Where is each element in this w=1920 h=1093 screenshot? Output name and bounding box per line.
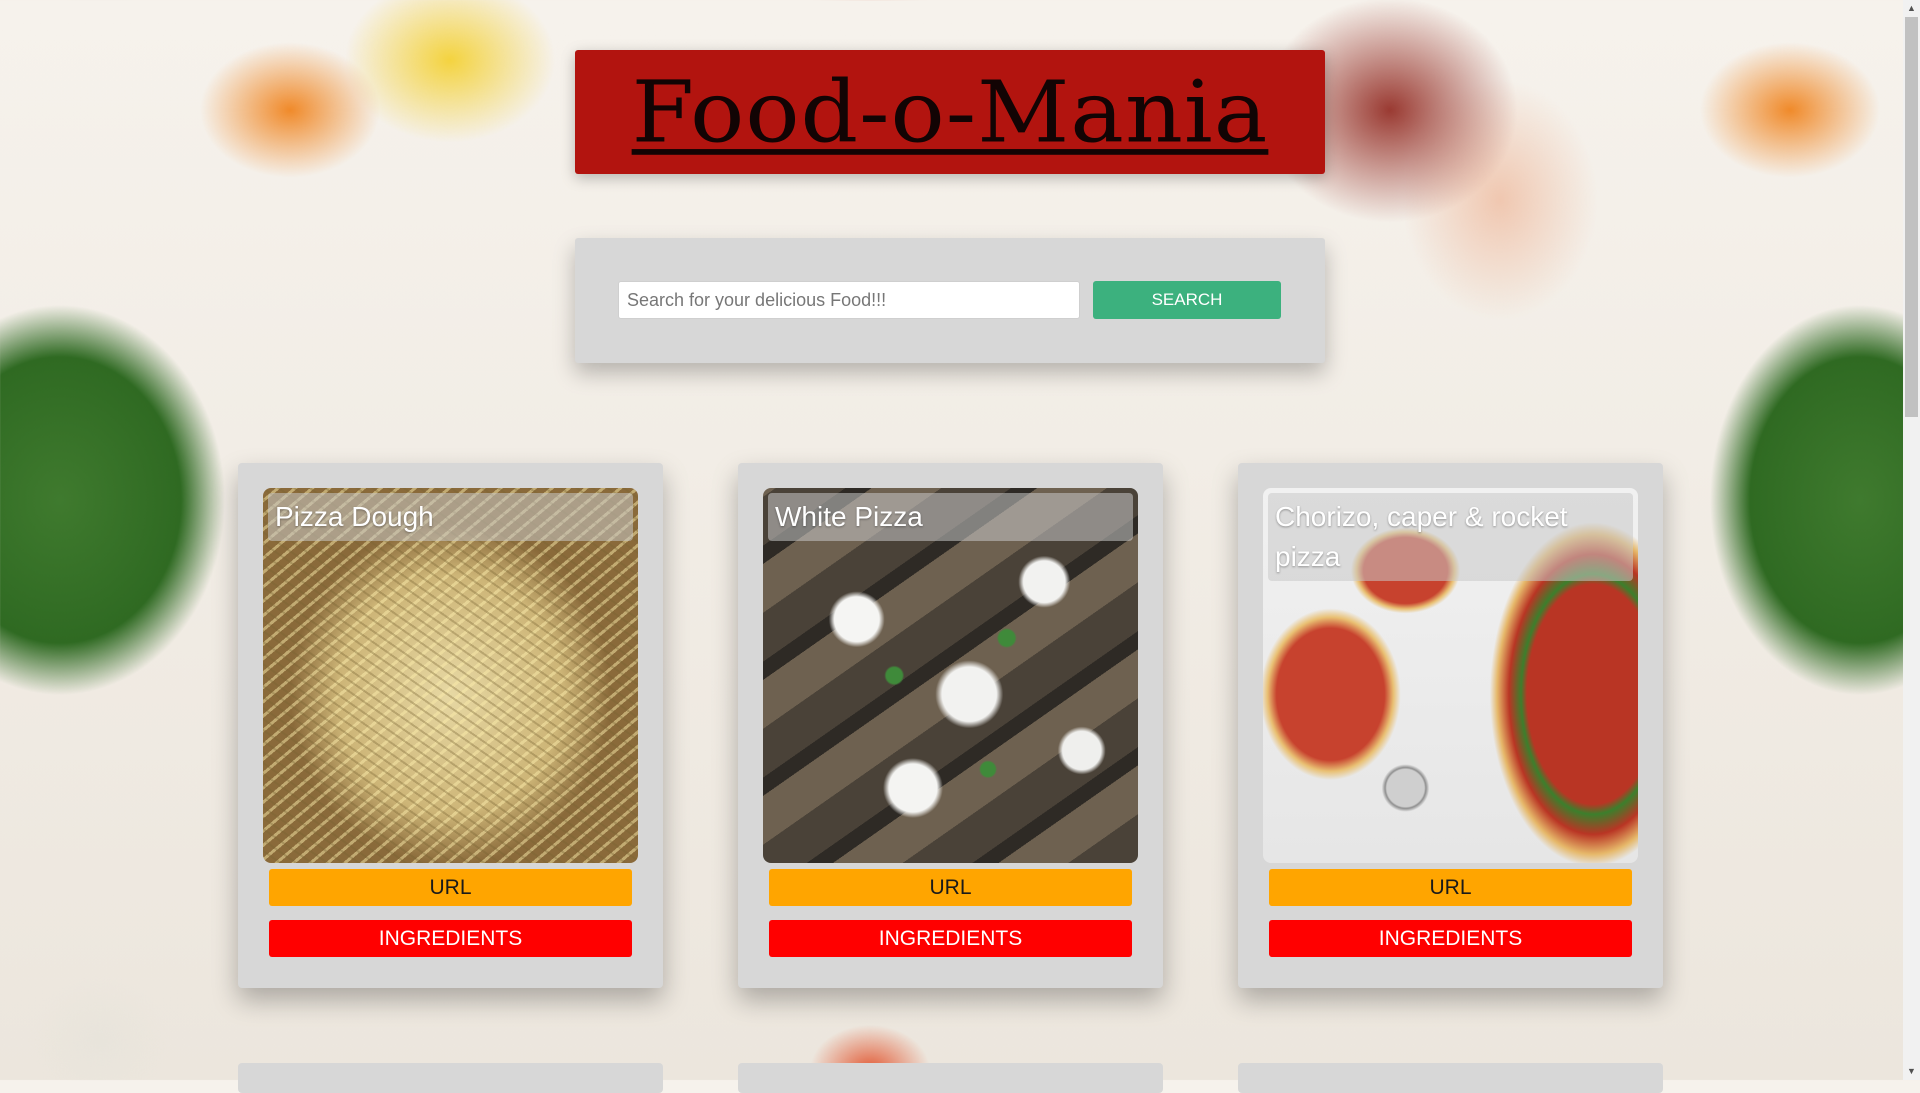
recipe-image[interactable]: White Pizza bbox=[763, 488, 1138, 863]
url-button[interactable]: URL bbox=[769, 869, 1132, 906]
recipe-title: Chorizo, caper & rocket pizza bbox=[1268, 493, 1633, 581]
page-scrollbar[interactable]: ▲ ▼ bbox=[1903, 0, 1920, 1080]
search-button[interactable]: SEARCH bbox=[1093, 281, 1281, 319]
recipe-card: Pizza Dough URL INGREDIENTS bbox=[238, 463, 663, 988]
site-logo: Food-o-Mania bbox=[631, 62, 1269, 162]
scroll-down-icon[interactable]: ▼ bbox=[1903, 1063, 1920, 1080]
recipe-card: Chorizo, caper & rocket pizza URL INGRED… bbox=[1238, 463, 1663, 988]
recipe-image[interactable]: Pizza Dough bbox=[263, 488, 638, 863]
search-panel: SEARCH bbox=[575, 238, 1325, 363]
url-button[interactable]: URL bbox=[1269, 869, 1632, 906]
scroll-up-icon[interactable]: ▲ bbox=[1903, 0, 1920, 17]
site-header: Food-o-Mania bbox=[575, 50, 1325, 174]
ingredients-button[interactable]: INGREDIENTS bbox=[769, 920, 1132, 957]
ingredients-button[interactable]: INGREDIENTS bbox=[269, 920, 632, 957]
recipe-title: Pizza Dough bbox=[268, 493, 633, 541]
recipe-image[interactable]: Chorizo, caper & rocket pizza bbox=[1263, 488, 1638, 863]
recipe-card-partial bbox=[1238, 1063, 1663, 1093]
recipe-card-partial bbox=[238, 1063, 663, 1093]
recipe-card-partial bbox=[738, 1063, 1163, 1093]
ingredients-button[interactable]: INGREDIENTS bbox=[1269, 920, 1632, 957]
search-input[interactable] bbox=[618, 281, 1080, 319]
recipe-title: White Pizza bbox=[768, 493, 1133, 541]
recipe-card: White Pizza URL INGREDIENTS bbox=[738, 463, 1163, 988]
scrollbar-thumb[interactable] bbox=[1905, 17, 1918, 417]
url-button[interactable]: URL bbox=[269, 869, 632, 906]
